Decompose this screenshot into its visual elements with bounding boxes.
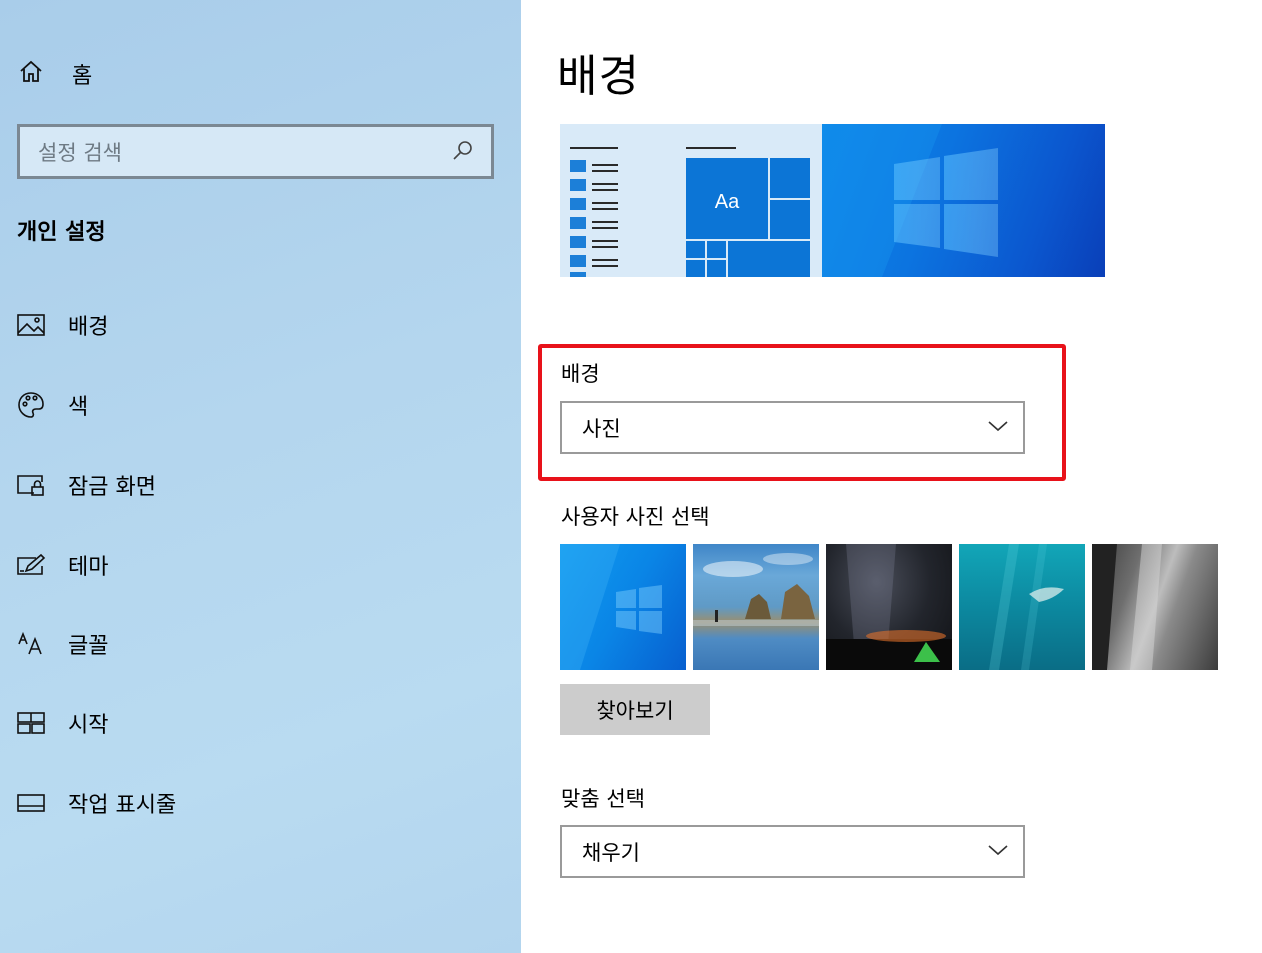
recent-photos (560, 544, 1218, 670)
page-title: 배경 (557, 51, 640, 102)
sidebar-item-label: 색 (68, 395, 89, 420)
choose-photo-label: 사용자 사진 선택 (561, 505, 710, 529)
picture-icon (16, 310, 46, 340)
taskbar-icon (16, 788, 46, 818)
sidebar-item-lock-screen[interactable]: 잠금 화면 (16, 469, 156, 501)
search-input[interactable]: 설정 검색 (17, 124, 494, 179)
sidebar-item-label: 잠금 화면 (68, 475, 156, 500)
browse-button[interactable]: 찾아보기 (560, 684, 710, 735)
home-link[interactable]: 홈 (18, 58, 92, 90)
sidebar-item-label: 시작 (68, 713, 109, 738)
sidebar-item-start[interactable]: 시작 (16, 707, 108, 739)
photo-thumbnail-windows[interactable] (560, 544, 686, 670)
preview-tile-text: Aa (715, 191, 740, 213)
main-panel: 배경 Aa 배경 사진 사용자 사진 선택 찾아보기 맞춤 선택 채우기 (521, 0, 1262, 953)
sidebar-item-theme[interactable]: 테마 (16, 549, 108, 581)
sidebar-item-taskbar[interactable]: 작업 표시줄 (16, 787, 176, 819)
sidebar-item-label: 테마 (68, 555, 109, 580)
search-icon[interactable] (451, 138, 475, 166)
background-label: 배경 (561, 362, 600, 386)
sidebar-item-background[interactable]: 배경 (16, 309, 108, 341)
home-label: 홈 (72, 64, 93, 89)
fit-label: 맞춤 선택 (561, 787, 645, 811)
fit-dropdown[interactable]: 채우기 (560, 825, 1025, 878)
sidebar-item-color[interactable]: 색 (16, 389, 88, 421)
sidebar-item-label: 작업 표시줄 (68, 793, 177, 818)
background-dropdown-value: 사진 (582, 416, 621, 441)
preview-start-menu: Aa (560, 124, 822, 277)
preview-wallpaper (822, 124, 1105, 277)
search-placeholder: 설정 검색 (38, 140, 122, 165)
section-title: 개인 설정 (17, 220, 106, 245)
palette-icon (16, 390, 46, 420)
chevron-down-icon (987, 418, 1009, 437)
photo-thumbnail-night-sky[interactable] (826, 544, 952, 670)
lock-screen-icon (16, 470, 46, 500)
sidebar-item-label: 배경 (68, 315, 109, 340)
start-icon (16, 708, 46, 738)
home-icon (18, 59, 44, 89)
photo-thumbnail-underwater[interactable] (959, 544, 1085, 670)
sidebar-item-label: 글꼴 (68, 634, 109, 659)
background-dropdown[interactable]: 사진 (560, 401, 1025, 454)
theme-icon (16, 550, 46, 580)
sidebar: 홈 설정 검색 개인 설정 배경 색 잠금 화면 테마 글꼴 시작 작업 표시줄 (0, 0, 521, 953)
photo-thumbnail-beach[interactable] (693, 544, 819, 670)
chevron-down-icon (987, 842, 1009, 861)
background-preview: Aa (560, 124, 1105, 277)
fit-dropdown-value: 채우기 (582, 840, 640, 865)
font-icon (16, 629, 46, 659)
photo-thumbnail-cliff[interactable] (1092, 544, 1218, 670)
sidebar-item-fonts[interactable]: 글꼴 (16, 628, 108, 660)
